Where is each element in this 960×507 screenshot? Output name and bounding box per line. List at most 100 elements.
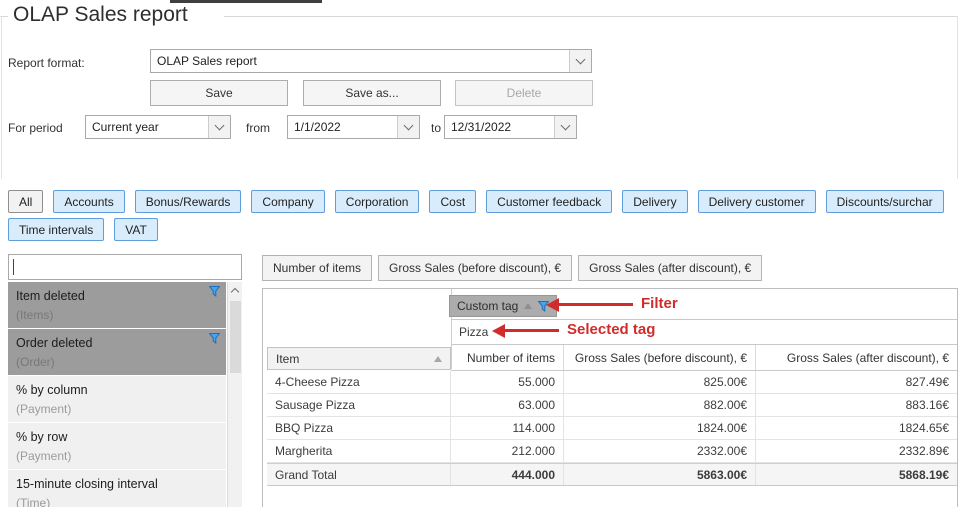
value-cell: 882.00€	[564, 394, 756, 416]
grand-total-value: 5863.00€	[564, 464, 756, 485]
tag-corporation[interactable]: Corporation	[335, 190, 420, 213]
field-list-scrollbar[interactable]	[227, 282, 242, 507]
item-cell: BBQ Pizza	[267, 417, 451, 439]
measure-number-of-items[interactable]: Number of items	[262, 255, 372, 281]
value-cell: 55.000	[451, 371, 564, 393]
annotation-arrow-selected-tag-line	[504, 329, 559, 332]
save-as-button[interactable]: Save as...	[303, 80, 441, 106]
item-cell: 4-Cheese Pizza	[267, 371, 451, 393]
field-item-pct-by-column[interactable]: % by column (Payment)	[8, 376, 226, 422]
item-cell: Sausage Pizza	[267, 394, 451, 416]
to-date-value: 12/31/2022	[445, 120, 554, 134]
tag-cost[interactable]: Cost	[429, 190, 476, 213]
annotation-selected-tag-label: Selected tag	[567, 321, 655, 338]
table-row: BBQ Pizza 114.000 1824.00€ 1824.65€	[267, 417, 957, 440]
tag-customer-feedback[interactable]: Customer feedback	[486, 190, 612, 213]
field-item-item-deleted[interactable]: Item deleted (Items)	[8, 282, 226, 328]
item-column-header[interactable]: Item	[267, 347, 451, 370]
sort-ascending-icon	[524, 303, 532, 309]
scrollbar-thumb[interactable]	[230, 301, 241, 373]
tag-delivery-customer[interactable]: Delivery customer	[698, 190, 816, 213]
annotation-arrow-filter-line	[558, 303, 633, 306]
selected-tag-cell: Pizza	[451, 319, 957, 345]
tag-row-1: All Accounts Bonus/Rewards Company Corpo…	[8, 190, 960, 215]
value-cell: 2332.89€	[756, 440, 957, 462]
page-title: OLAP Sales report	[13, 3, 188, 27]
tag-company[interactable]: Company	[251, 190, 324, 213]
tag-delivery[interactable]: Delivery	[622, 190, 687, 213]
grand-total-label: Grand Total	[267, 464, 451, 485]
field-item-subtitle: (Items)	[16, 306, 218, 324]
tag-accounts[interactable]: Accounts	[53, 190, 124, 213]
value-cell: 825.00€	[564, 371, 756, 393]
tag-all[interactable]: All	[8, 190, 43, 213]
groupbox-border	[957, 16, 958, 179]
scroll-up-icon[interactable]	[228, 282, 242, 299]
tag-vat[interactable]: VAT	[114, 218, 158, 241]
chevron-down-icon[interactable]	[569, 50, 591, 72]
save-button[interactable]: Save	[150, 80, 288, 106]
measures-row: Number of items Gross Sales (before disc…	[262, 255, 960, 281]
text-caret	[13, 259, 14, 275]
value-cell: 827.49€	[756, 371, 957, 393]
to-date-select[interactable]: 12/31/2022	[444, 115, 577, 139]
report-format-label: Report format:	[8, 56, 85, 70]
report-format-value: OLAP Sales report	[151, 54, 569, 68]
field-item-title: 15-minute closing interval	[16, 474, 218, 494]
from-label: from	[246, 121, 270, 135]
delete-button[interactable]: Delete	[455, 80, 593, 106]
from-date-select[interactable]: 1/1/2022	[287, 115, 420, 139]
tag-time-intervals[interactable]: Time intervals	[8, 218, 104, 241]
field-item-title: % by row	[16, 427, 218, 447]
annotation-filter-label: Filter	[641, 295, 678, 312]
table-row: 4-Cheese Pizza 55.000 825.00€ 827.49€	[267, 371, 957, 394]
measure-gross-sales-before-discount[interactable]: Gross Sales (before discount), €	[378, 255, 572, 281]
value-cell: 114.000	[451, 417, 564, 439]
field-search-input[interactable]	[8, 254, 242, 280]
field-item-pct-by-row[interactable]: % by row (Payment)	[8, 423, 226, 469]
table-row: Margherita 212.000 2332.00€ 2332.89€	[267, 440, 957, 463]
custom-tag-label: Custom tag	[457, 299, 518, 313]
table-row: Sausage Pizza 63.000 882.00€ 883.16€	[267, 394, 957, 417]
tag-bonus-rewards[interactable]: Bonus/Rewards	[135, 190, 242, 213]
period-select[interactable]: Current year	[85, 115, 231, 139]
value-cell: 63.000	[451, 394, 564, 416]
report-format-select[interactable]: OLAP Sales report	[150, 49, 592, 73]
value-cell: 1824.65€	[756, 417, 957, 439]
col-header-number-of-items[interactable]: Number of items	[451, 345, 564, 370]
field-item-order-deleted[interactable]: Order deleted (Order)	[8, 329, 226, 375]
grand-total-value: 5868.19€	[756, 464, 957, 485]
grand-total-value: 444.000	[451, 464, 564, 485]
filter-funnel-icon[interactable]	[209, 286, 220, 297]
chevron-down-icon[interactable]	[554, 116, 576, 138]
field-item-subtitle: (Order)	[16, 353, 218, 371]
grand-total-row: Grand Total 444.000 5863.00€ 5868.19€	[267, 463, 957, 486]
measure-gross-sales-after-discount[interactable]: Gross Sales (after discount), €	[578, 255, 762, 281]
tag-discounts-surcharges[interactable]: Discounts/surchar	[826, 190, 944, 213]
pivot-rows: 4-Cheese Pizza 55.000 825.00€ 827.49€ Sa…	[267, 371, 957, 486]
field-item-15-minute-closing[interactable]: 15-minute closing interval (Time)	[8, 470, 226, 507]
to-label: to	[431, 121, 441, 135]
custom-tag-column-header[interactable]: Custom tag	[449, 295, 557, 317]
filter-funnel-icon[interactable]	[209, 333, 220, 344]
groupbox-border	[224, 16, 957, 17]
sort-ascending-icon	[434, 356, 442, 362]
field-list: Item deleted (Items) Order deleted (Orde…	[8, 282, 242, 507]
item-header-label: Item	[276, 352, 299, 366]
for-period-label: For period	[8, 121, 63, 135]
field-item-title: % by column	[16, 380, 218, 400]
field-item-subtitle: (Payment)	[16, 447, 218, 465]
item-cell: Margherita	[267, 440, 451, 462]
value-cell: 2332.00€	[564, 440, 756, 462]
col-header-gross-before[interactable]: Gross Sales (before discount), €	[564, 345, 756, 370]
selected-tag-value: Pizza	[459, 325, 488, 339]
chevron-down-icon[interactable]	[397, 116, 419, 138]
col-header-gross-after[interactable]: Gross Sales (after discount), €	[756, 345, 957, 370]
groupbox-border	[1, 16, 2, 179]
chevron-down-icon[interactable]	[208, 116, 230, 138]
value-cell: 883.16€	[756, 394, 957, 416]
field-item-subtitle: (Payment)	[16, 400, 218, 418]
pivot-subheaders: Number of items Gross Sales (before disc…	[451, 345, 957, 371]
field-item-title: Order deleted	[16, 333, 218, 353]
tag-row-2: Time intervals VAT	[8, 218, 960, 243]
